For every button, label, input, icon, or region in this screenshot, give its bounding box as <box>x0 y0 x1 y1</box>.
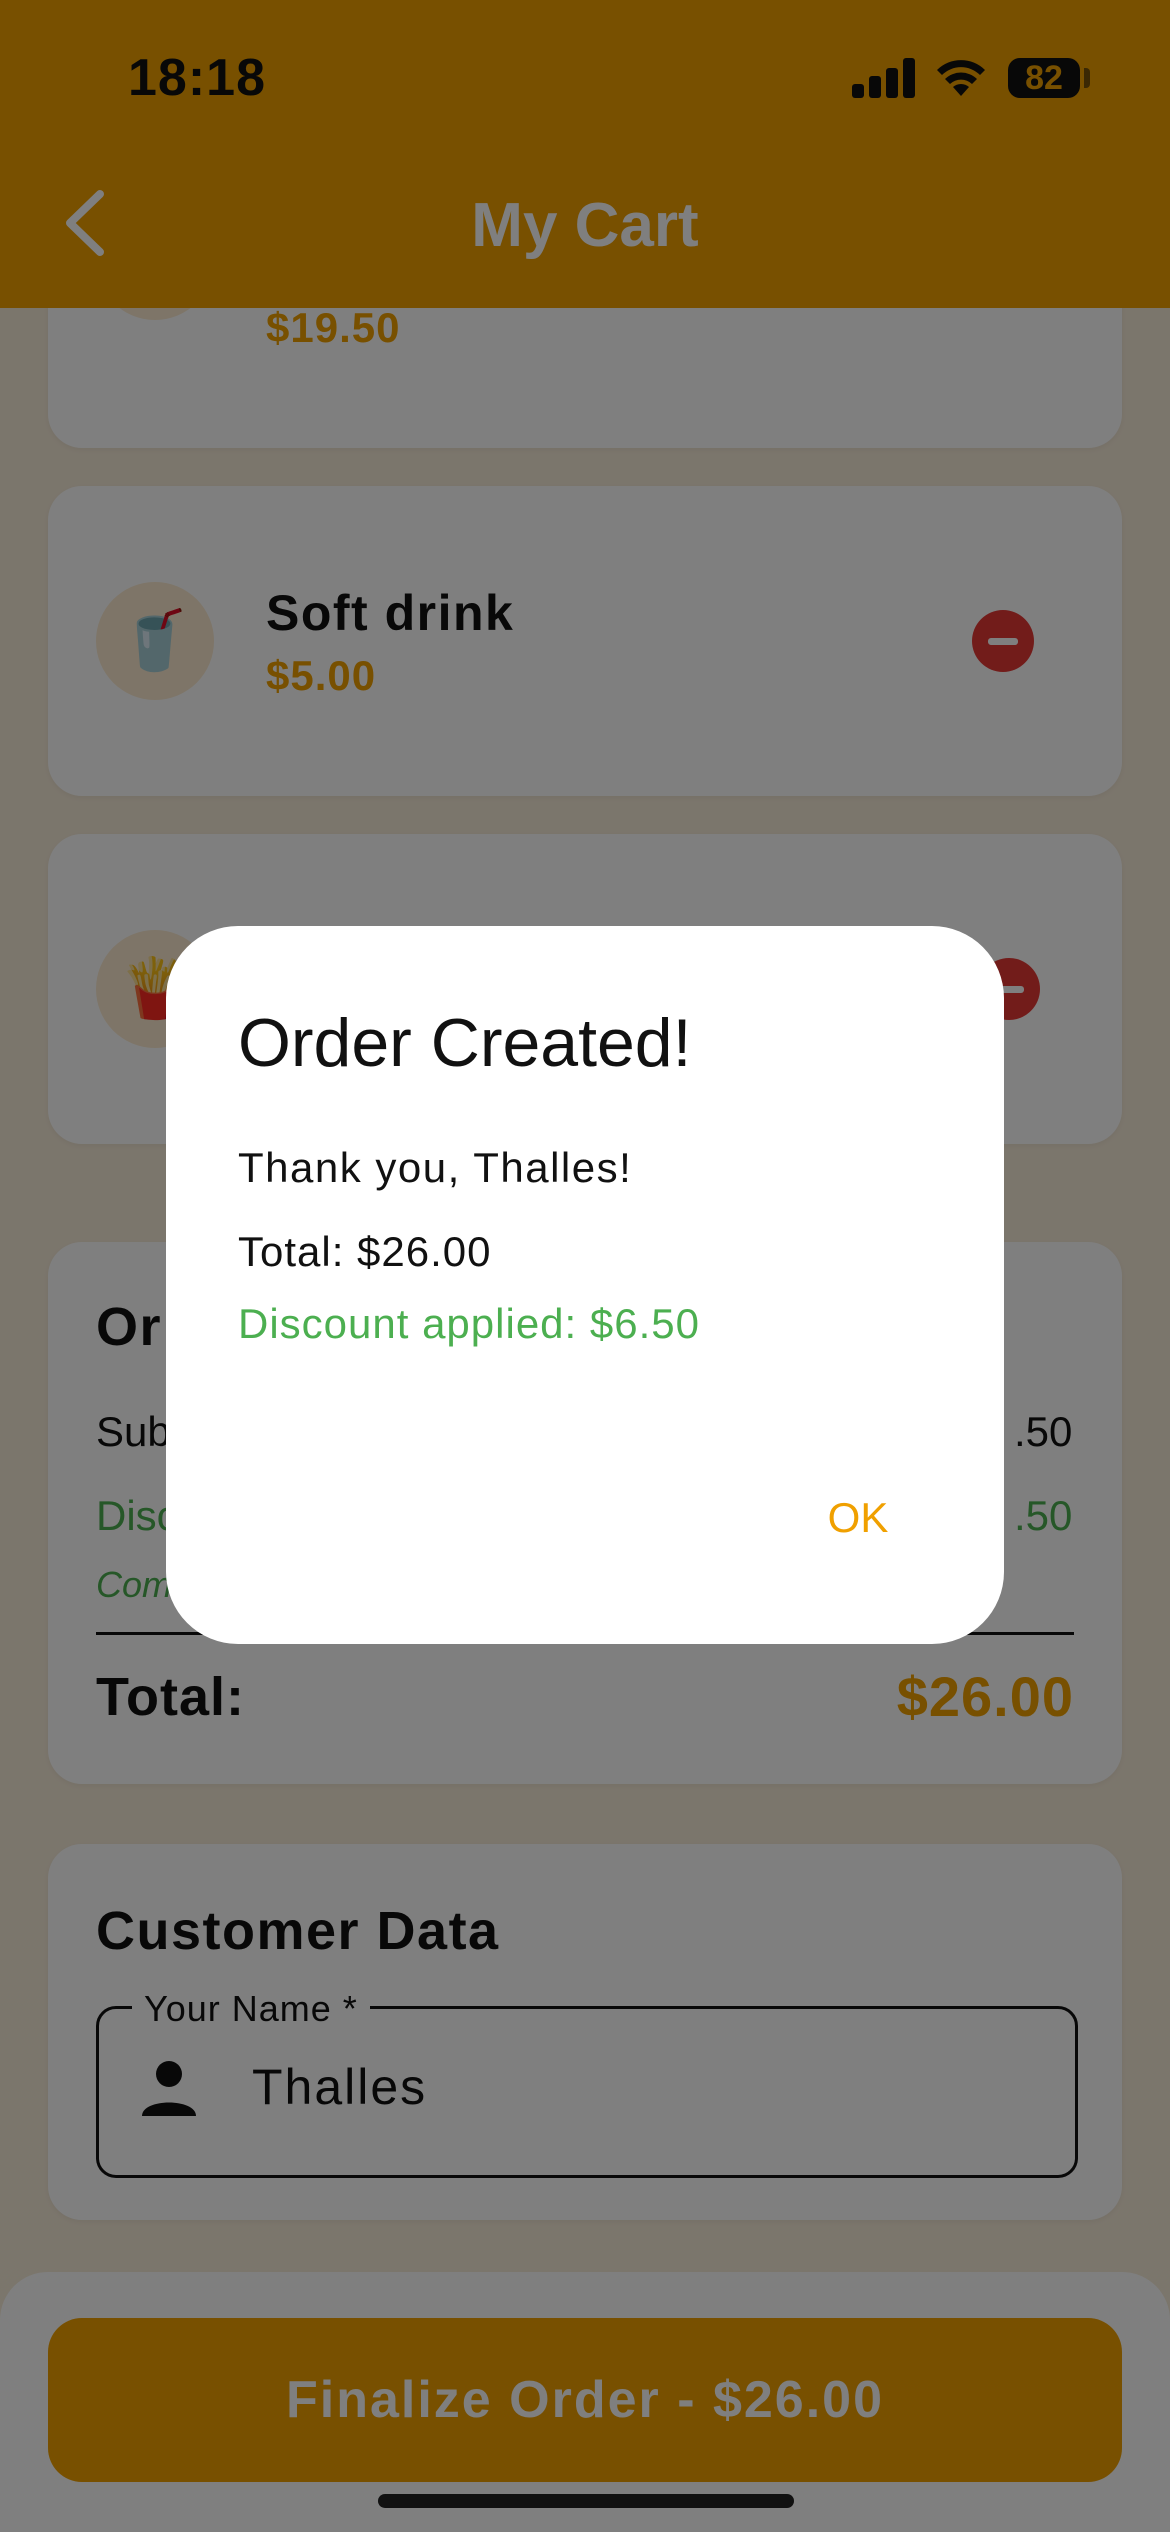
dialog-total-text: Total: $26.00 <box>238 1228 492 1275</box>
dialog-ok-button[interactable]: OK <box>798 1478 918 1558</box>
order-created-dialog: Order Created! Thank you, Thalles! Total… <box>166 926 1004 1644</box>
dialog-title: Order Created! <box>238 1005 692 1081</box>
dialog-discount-text: Discount applied: $6.50 <box>238 1300 700 1347</box>
home-indicator <box>378 2494 794 2508</box>
dialog-thanks-text: Thank you, Thalles! <box>238 1144 633 1191</box>
